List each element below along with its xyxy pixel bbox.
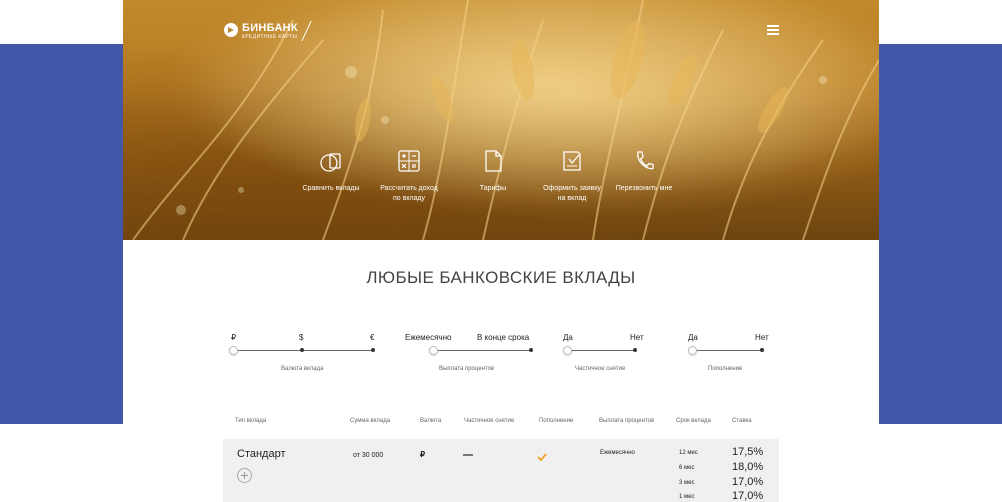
rate-value: 18,0% [732, 461, 764, 473]
partial-withdrawal-filter[interactable]: Да Нет Частичное снятие [563, 333, 644, 372]
filter-caption: Выплата процентов [439, 366, 495, 372]
checkmark-icon [537, 448, 547, 466]
filter-option[interactable]: ₽ [231, 333, 236, 342]
bank-logo[interactable]: БИНБАНК КРЕДИТНЫЕ КАРТЫ [223, 20, 312, 42]
page-container: БИНБАНК КРЕДИТНЫЕ КАРТЫ Сравнить вклады [123, 0, 879, 502]
term-value: 12 мес [679, 450, 698, 456]
column-header: Ставка [732, 418, 752, 424]
calculator-icon [398, 150, 420, 172]
tariffs-button[interactable]: Тарифы [448, 148, 538, 194]
filter-option[interactable]: Да [563, 333, 573, 342]
term-value: 1 мес [679, 494, 695, 500]
deposit-type: Стандарт [237, 448, 286, 460]
rate-value: 17,5% [732, 446, 764, 458]
column-header: Валюта [420, 418, 442, 424]
slider-handle[interactable] [429, 346, 438, 355]
term-value: 3 мес [679, 480, 695, 486]
column-header: Выплата процентов [599, 418, 655, 424]
filter-option[interactable]: Нет [630, 333, 644, 342]
term-value: 6 мес [679, 465, 695, 471]
replenishment-filter[interactable]: Да Нет Пополнение [688, 333, 770, 372]
filter-caption: Пополнение [708, 366, 743, 372]
filter-option[interactable]: € [370, 333, 374, 342]
logo-text: БИНБАНК КРЕДИТНЫЕ КАРТЫ [242, 22, 298, 41]
slider-handle[interactable] [229, 346, 238, 355]
column-header: Тип вклада [235, 418, 267, 424]
application-icon [563, 151, 581, 171]
column-header: Срок вклада [676, 418, 711, 424]
action-label: Рассчитать доход [380, 185, 438, 192]
column-header: Частичное снятие [464, 418, 515, 424]
deposit-amount: от 30 000 [353, 452, 384, 459]
currency-filter[interactable]: ₽ $ € Валюта вклада [229, 333, 377, 372]
hero-banner: БИНБАНК КРЕДИТНЫЕ КАРТЫ Сравнить вклады [123, 0, 879, 240]
action-label: Тарифы [479, 185, 507, 192]
rate-value: 17,0% [732, 490, 764, 502]
filter-option[interactable]: Нет [755, 333, 769, 342]
slider-stop[interactable] [760, 348, 764, 352]
slider-stop[interactable] [300, 348, 304, 352]
logo-mark-icon [223, 23, 239, 37]
filter-caption: Валюта вклада [281, 366, 324, 372]
payout-filter[interactable]: Ежемесячно В конце срока Выплата процент… [405, 333, 535, 372]
action-label: Перезвонить мне [615, 185, 673, 192]
logo-subtitle: КРЕДИТНЫЕ КАРТЫ [242, 34, 298, 40]
rate-value: 17,0% [732, 476, 764, 488]
filter-option[interactable]: $ [299, 333, 303, 342]
slider-stop[interactable] [633, 348, 637, 352]
slider-track[interactable] [692, 350, 762, 351]
slider-handle[interactable] [688, 346, 697, 355]
slider-track[interactable] [431, 350, 531, 351]
action-label-line2: по вкладу [392, 195, 426, 202]
filter-option[interactable]: Ежемесячно [405, 333, 451, 342]
partial-withdrawal-dash [463, 454, 473, 456]
menu-icon[interactable] [767, 25, 779, 35]
phone-icon [637, 151, 654, 170]
payout-value: Ежемесячно [600, 450, 635, 456]
expand-row-icon[interactable] [237, 468, 252, 483]
action-label: Сравнить вклады [302, 185, 360, 192]
slider-stop[interactable] [529, 348, 533, 352]
filter-caption: Частичное снятие [575, 366, 626, 372]
filter-option[interactable]: Да [688, 333, 698, 342]
document-icon [485, 150, 502, 172]
deposit-currency: ₽ [420, 450, 426, 459]
table-row[interactable]: Стандарт от 30 000 ₽ Ежемесячно 12 мес 1… [223, 439, 779, 502]
slider-handle[interactable] [563, 346, 572, 355]
call-me-button[interactable]: Перезвонить мне [599, 148, 689, 194]
hero-actions: Сравнить вклады Рассчитать доход по вкла… [123, 148, 879, 208]
logo-name: БИНБАНК [242, 22, 298, 34]
column-header: Пополнение [539, 418, 574, 424]
section-title: ЛЮБЫЕ БАНКОВСКИЕ ВКЛАДЫ [366, 268, 636, 287]
column-header: Сумма вклада [350, 418, 391, 424]
compare-deposits-button[interactable]: Сравнить вклады [286, 148, 376, 194]
slider-stop[interactable] [371, 348, 375, 352]
calculate-income-button[interactable]: Рассчитать доход по вкладу [364, 148, 454, 204]
compare-icon [320, 153, 341, 172]
deposits-table-header: Тип вклада Сумма вклада Валюта Частичное… [123, 418, 879, 430]
filter-option[interactable]: В конце срока [477, 333, 529, 342]
slider-track[interactable] [567, 350, 635, 351]
action-label-line2: на вклад [557, 195, 587, 202]
